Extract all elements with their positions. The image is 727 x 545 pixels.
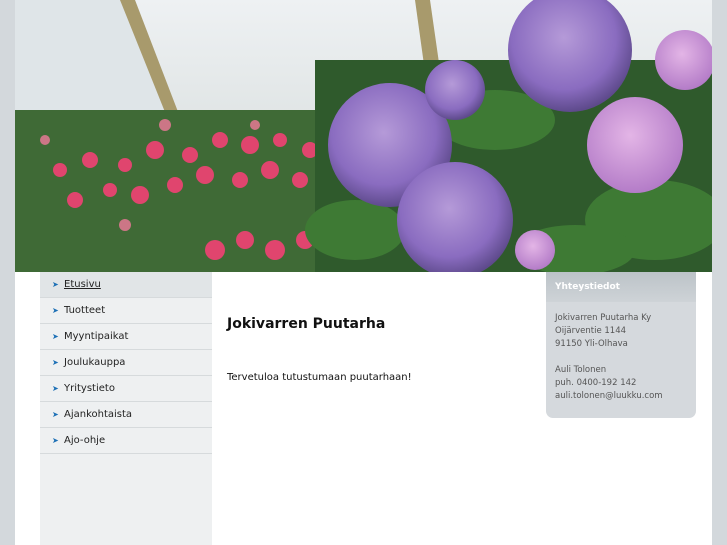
sidebar: ➤ Etusivu ➤ Tuotteet ➤ Myyntipaikat ➤ Jo… [40,272,212,545]
arrow-right-icon: ➤ [52,384,59,393]
nav-item-label: Etusivu [64,279,101,290]
nav-item-ajankohtaista[interactable]: ➤ Ajankohtaista [40,402,212,428]
nav-item-etusivu[interactable]: ➤ Etusivu [40,272,212,298]
contact-details: Jokivarren Puutarha Ky Oijärventie 1144 … [546,302,696,403]
contact-company: Jokivarren Puutarha Ky [555,313,652,323]
contact-phone: puh. 0400-192 142 [555,378,637,388]
nav-item-label: Ajo-ohje [64,435,106,446]
nav-item-label: Ajankohtaista [64,409,133,420]
arrow-right-icon: ➤ [52,410,59,419]
contact-title: Yhteystiedot [546,272,696,302]
nav-item-label: Myyntipaikat [64,331,129,342]
nav-item-label: Yritystieto [64,383,115,394]
arrow-right-icon: ➤ [52,332,59,341]
nav-item-joulukauppa[interactable]: ➤ Joulukauppa [40,350,212,376]
contact-postal: 91150 Yli-Olhava [555,339,628,349]
nav-item-yritystieto[interactable]: ➤ Yritystieto [40,376,212,402]
nav-item-ajo-ohje[interactable]: ➤ Ajo-ohje [40,428,212,454]
nav-item-label: Tuotteet [64,305,106,316]
arrow-right-icon: ➤ [52,436,59,445]
contact-street: Oijärventie 1144 [555,326,627,336]
nav-menu: ➤ Etusivu ➤ Tuotteet ➤ Myyntipaikat ➤ Jo… [40,272,212,454]
contact-person: Auli Tolonen [555,365,607,375]
nav-item-label: Joulukauppa [64,357,126,368]
greenhouse-flowers-image [15,0,712,272]
welcome-text: Tervetuloa tutustumaan puutarhaan! [227,372,412,383]
arrow-right-icon: ➤ [52,358,59,367]
header-banner [15,0,712,272]
contact-box: Yhteystiedot Jokivarren Puutarha Ky Oijä… [546,272,696,418]
page: ➤ Etusivu ➤ Tuotteet ➤ Myyntipaikat ➤ Jo… [15,0,712,545]
nav-item-tuotteet[interactable]: ➤ Tuotteet [40,298,212,324]
page-title: Jokivarren Puutarha [227,316,386,332]
arrow-right-icon: ➤ [52,306,59,315]
contact-email[interactable]: auli.tolonen@luukku.com [555,390,687,403]
arrow-right-icon: ➤ [52,280,59,289]
nav-item-myyntipaikat[interactable]: ➤ Myyntipaikat [40,324,212,350]
